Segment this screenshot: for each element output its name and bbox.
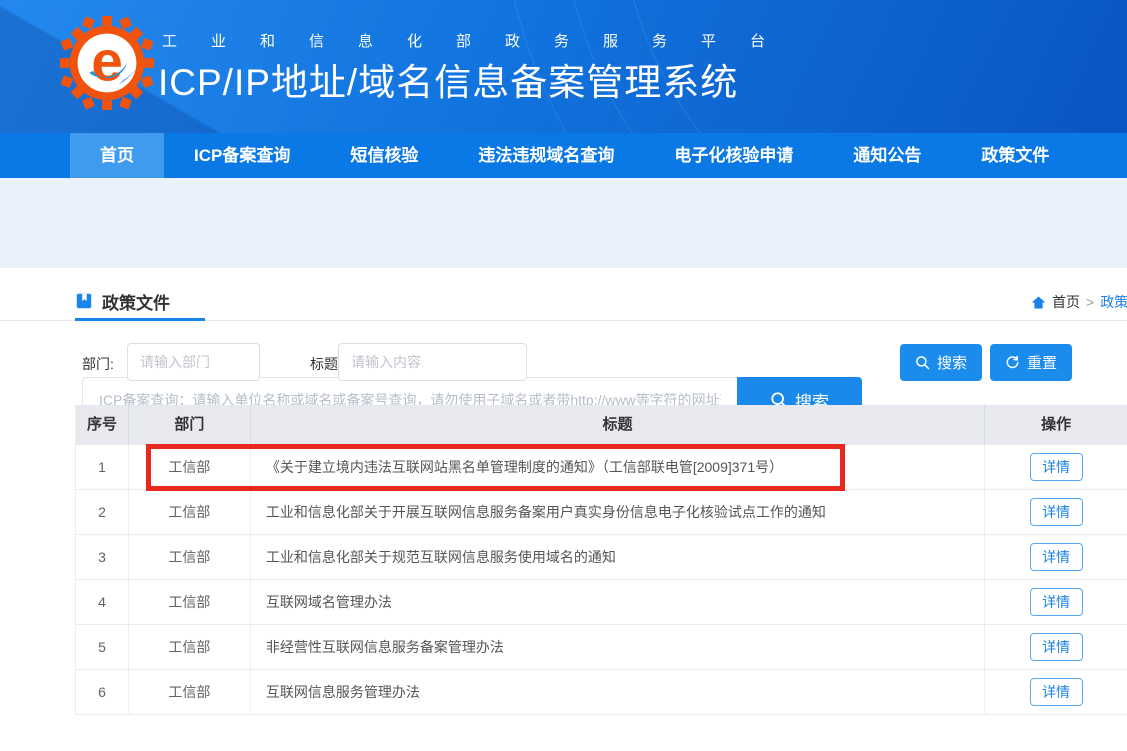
col-header-title: 标题 [251,405,985,445]
miit-gear-logo-icon: e [58,14,156,112]
table-row: 2 工信部 工业和信息化部关于开展互联网信息服务备案用户真实身份信息电子化核验试… [76,490,1127,535]
search-icon [915,355,930,370]
cell-dept: 工信部 [129,445,251,489]
col-header-no: 序号 [76,405,129,445]
nav-item-policy-files[interactable]: 政策文件 [951,133,1079,178]
breadcrumb-home[interactable]: 首页 [1052,292,1080,312]
cell-dept: 工信部 [129,580,251,624]
table-header-row: 序号 部门 标题 操作 [76,405,1127,445]
nav-item-illegal-domain-query[interactable]: 违法违规域名查询 [448,133,644,178]
filter-search-button[interactable]: 搜索 [900,344,982,381]
cell-dept: 工信部 [129,670,251,714]
refresh-icon [1005,355,1020,370]
dept-filter-input[interactable] [127,343,260,381]
filter-reset-button[interactable]: 重置 [990,344,1072,381]
home-icon [1031,295,1046,310]
system-title: ICP/IP地址/域名信息备案管理系统 [158,52,738,106]
policy-table: 序号 部门 标题 操作 1 工信部 《关于建立境内违法互联网站黑名单管理制度的通… [75,405,1127,715]
cell-title: 《关于建立境内违法互联网站黑名单管理制度的通知》（工信部联电管[2009]371… [251,445,985,489]
col-header-dept: 部门 [129,405,251,445]
tab-policy-files[interactable]: 政策文件 [75,284,170,318]
platform-name: 工业和信息化部政务服务平台 [162,30,799,51]
nav-item-e-verify-apply[interactable]: 电子化核验申请 [644,133,823,178]
detail-button[interactable]: 详情 [1030,588,1083,616]
cell-no: 6 [76,670,129,714]
site-header: e 工业和信息化部政务服务平台 ICP/IP地址/域名信息备案管理系统 [0,0,1127,133]
cell-title: 工业和信息化部关于规范互联网信息服务使用域名的通知 [251,535,985,579]
cell-no: 4 [76,580,129,624]
breadcrumb: 首页 > 政策文件 [1031,292,1127,312]
tab-active-underline [75,318,205,321]
cell-no: 1 [76,445,129,489]
table-row: 6 工信部 互联网信息服务管理办法 详情 [76,670,1127,715]
section-title: 政策文件 [102,289,170,314]
nav-item-notices[interactable]: 通知公告 [823,133,951,178]
cell-title: 互联网信息服务管理办法 [251,670,985,714]
nav-item-home[interactable]: 首页 [70,133,164,178]
table-row: 4 工信部 互联网域名管理办法 详情 [76,580,1127,625]
nav-item-sms-verify[interactable]: 短信核验 [320,133,448,178]
cell-dept: 工信部 [129,490,251,534]
detail-button[interactable]: 详情 [1030,633,1083,661]
filter-reset-label: 重置 [1027,352,1057,373]
cell-no: 5 [76,625,129,669]
page: e 工业和信息化部政务服务平台 ICP/IP地址/域名信息备案管理系统 首页 I… [0,0,1127,751]
breadcrumb-separator: > [1086,294,1094,310]
detail-button[interactable]: 详情 [1030,543,1083,571]
dept-filter-label: 部门: [82,354,114,374]
breadcrumb-current[interactable]: 政策文件 [1100,292,1127,312]
svg-text:e: e [91,31,123,94]
detail-button[interactable]: 详情 [1030,678,1083,706]
search-band: 搜索 网站 APP 小程序 快应用 [0,178,1127,268]
cell-no: 2 [76,490,129,534]
cell-dept: 工信部 [129,625,251,669]
cell-title: 非经营性互联网信息服务备案管理办法 [251,625,985,669]
cell-no: 3 [76,535,129,579]
main-nav: 首页 ICP备案查询 短信核验 违法违规域名查询 电子化核验申请 通知公告 政策… [0,133,1127,178]
col-header-action: 操作 [985,405,1127,445]
cell-title: 工业和信息化部关于开展互联网信息服务备案用户真实身份信息电子化核验试点工作的通知 [251,490,985,534]
cell-dept: 工信部 [129,535,251,579]
title-filter-input[interactable] [338,343,527,381]
nav-item-icp-query[interactable]: ICP备案查询 [164,133,320,178]
table-row: 5 工信部 非经营性互联网信息服务备案管理办法 详情 [76,625,1127,670]
detail-button[interactable]: 详情 [1030,498,1083,526]
filter-search-label: 搜索 [937,352,967,373]
table-row: 3 工信部 工业和信息化部关于规范互联网信息服务使用域名的通知 详情 [76,535,1127,580]
detail-button[interactable]: 详情 [1030,453,1083,481]
book-icon [75,292,93,310]
cell-title: 互联网域名管理办法 [251,580,985,624]
table-row: 1 工信部 《关于建立境内违法互联网站黑名单管理制度的通知》（工信部联电管[20… [76,445,1127,490]
